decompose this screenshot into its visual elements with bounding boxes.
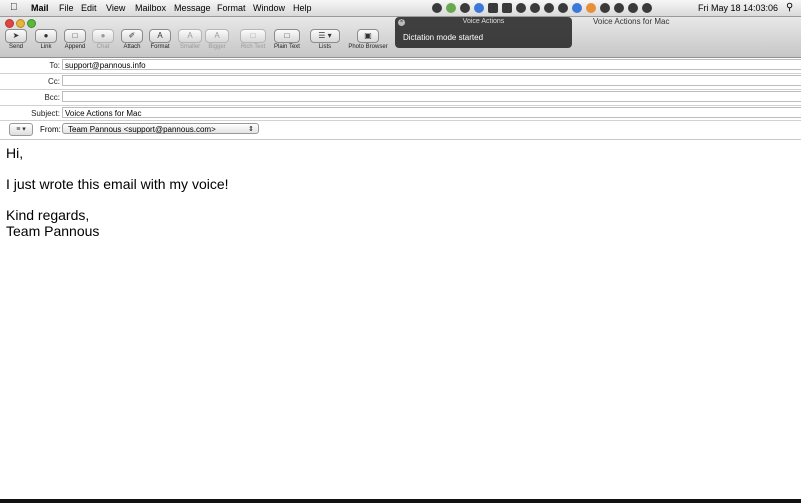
cc-label: Cc: bbox=[48, 77, 60, 86]
to-row: To: support@pannous.info bbox=[0, 58, 801, 74]
menu-message[interactable]: Message bbox=[174, 0, 211, 16]
status-icon-5[interactable] bbox=[488, 3, 498, 13]
plain-text-button[interactable]: □ Plain Text bbox=[272, 29, 302, 50]
photo-browser-label: Photo Browser bbox=[348, 44, 388, 50]
photo-icon: ▣ bbox=[357, 29, 379, 43]
link-icon: ● bbox=[35, 29, 57, 43]
cc-field[interactable] bbox=[62, 75, 801, 86]
smaller-font-icon: A bbox=[178, 29, 202, 43]
append-button[interactable]: □ Append bbox=[62, 29, 88, 50]
to-label: To: bbox=[49, 61, 60, 70]
bluetooth-icon[interactable] bbox=[614, 3, 624, 13]
link-button[interactable]: ● Link bbox=[35, 29, 57, 50]
paperclip-icon: ✐ bbox=[121, 29, 143, 43]
status-icon-7[interactable] bbox=[516, 3, 526, 13]
time-machine-icon[interactable] bbox=[600, 3, 610, 13]
attach-label: Attach bbox=[123, 44, 141, 50]
cc-row: Cc: bbox=[0, 74, 801, 90]
status-icon-12[interactable] bbox=[586, 3, 596, 13]
notification-title: Voice Actions bbox=[462, 18, 505, 25]
menu-bar:  Mail File Edit View Mailbox Message Fo… bbox=[0, 0, 801, 17]
window-bottom-edge bbox=[0, 499, 801, 503]
chat-icon: ● bbox=[92, 29, 114, 43]
subject-label: Subject: bbox=[31, 109, 60, 118]
window-zoom-button[interactable] bbox=[27, 19, 36, 28]
menu-window[interactable]: Window bbox=[253, 0, 285, 16]
status-icon-3[interactable] bbox=[460, 3, 470, 13]
menu-view[interactable]: View bbox=[106, 0, 125, 16]
menu-mailbox[interactable]: Mailbox bbox=[135, 0, 166, 16]
header-options-button[interactable]: ≡ ▾ bbox=[9, 123, 33, 136]
to-field[interactable]: support@pannous.info bbox=[62, 59, 801, 70]
from-value: Team Pannous <support@pannous.com> bbox=[68, 125, 216, 134]
menu-help[interactable]: Help bbox=[293, 0, 312, 16]
bcc-field[interactable] bbox=[62, 91, 801, 102]
status-icon-6[interactable] bbox=[502, 3, 512, 13]
format-button[interactable]: A Format bbox=[148, 29, 172, 50]
window-close-button[interactable] bbox=[5, 19, 14, 28]
body-line-greeting: Hi, bbox=[6, 145, 24, 161]
moon-icon[interactable] bbox=[572, 3, 582, 13]
status-icon-1[interactable] bbox=[432, 3, 442, 13]
status-icon-4[interactable] bbox=[474, 3, 484, 13]
spotlight-search-icon[interactable]: ⚲ bbox=[786, 0, 793, 16]
body-line-signature: Team Pannous bbox=[6, 223, 100, 239]
menu-app[interactable]: Mail bbox=[31, 0, 49, 16]
status-icons bbox=[432, 0, 652, 16]
divider bbox=[0, 120, 801, 121]
status-icon-9[interactable] bbox=[544, 3, 554, 13]
window-title: Voice Actions for Mac bbox=[593, 17, 670, 26]
apple-menu-icon[interactable]:  bbox=[10, 0, 18, 16]
from-select[interactable]: Team Pannous <support@pannous.com> ⇕ bbox=[62, 123, 259, 134]
bcc-row: Bcc: bbox=[0, 90, 801, 106]
subject-field[interactable]: Voice Actions for Mac bbox=[62, 107, 801, 118]
font-icon: A bbox=[149, 29, 171, 43]
chat-label: Chat bbox=[96, 44, 110, 50]
dictation-notification: × Voice Actions Dictation mode started bbox=[395, 17, 572, 48]
photo-browser-button[interactable]: ▣ Photo Browser bbox=[346, 29, 390, 50]
link-label: Link bbox=[40, 44, 52, 50]
microphone-icon[interactable] bbox=[446, 3, 456, 13]
format-label: Format bbox=[150, 44, 170, 50]
plain-text-label: Plain Text bbox=[274, 44, 300, 50]
bigger-button[interactable]: A Bigger bbox=[204, 29, 230, 50]
plain-text-icon: □ bbox=[274, 29, 300, 43]
menu-clock[interactable]: Fri May 18 14:03:06 bbox=[698, 0, 778, 16]
send-icon: ➤ bbox=[5, 29, 27, 43]
menu-format[interactable]: Format bbox=[217, 0, 246, 16]
volume-icon[interactable] bbox=[642, 3, 652, 13]
notification-message: Dictation mode started bbox=[403, 33, 484, 42]
menu-file[interactable]: File bbox=[59, 0, 74, 16]
append-icon: □ bbox=[64, 29, 86, 43]
bigger-font-icon: A bbox=[205, 29, 229, 43]
smaller-button[interactable]: A Smaller bbox=[177, 29, 203, 50]
bigger-label: Bigger bbox=[208, 44, 226, 50]
rich-text-label: Rich Text bbox=[240, 44, 266, 50]
bcc-label: Bcc: bbox=[44, 93, 60, 102]
send-button[interactable]: ➤ Send bbox=[5, 29, 27, 50]
body-line-closing: Kind regards, bbox=[6, 207, 90, 223]
lists-button[interactable]: ☰ ▾ Lists bbox=[310, 29, 340, 50]
lists-label: Lists bbox=[318, 44, 332, 50]
window-minimize-button[interactable] bbox=[16, 19, 25, 28]
wifi-icon[interactable] bbox=[628, 3, 638, 13]
status-icon-10[interactable] bbox=[558, 3, 568, 13]
smaller-label: Smaller bbox=[179, 44, 201, 50]
chat-button[interactable]: ● Chat bbox=[92, 29, 114, 50]
select-arrows-icon: ⇕ bbox=[248, 126, 254, 133]
append-label: Append bbox=[64, 44, 86, 50]
body-line-message: I just wrote this email with my voice! bbox=[6, 176, 229, 192]
from-label: From: bbox=[40, 125, 61, 134]
menu-edit[interactable]: Edit bbox=[81, 0, 97, 16]
list-icon: ☰ ▾ bbox=[310, 29, 340, 43]
rich-text-button[interactable]: □ Rich Text bbox=[238, 29, 268, 50]
attach-button[interactable]: ✐ Attach bbox=[120, 29, 144, 50]
rich-text-icon: □ bbox=[240, 29, 266, 43]
send-label: Send bbox=[8, 44, 23, 50]
message-body[interactable]: Hi, I just wrote this email with my voic… bbox=[0, 139, 801, 500]
status-icon-8[interactable] bbox=[530, 3, 540, 13]
